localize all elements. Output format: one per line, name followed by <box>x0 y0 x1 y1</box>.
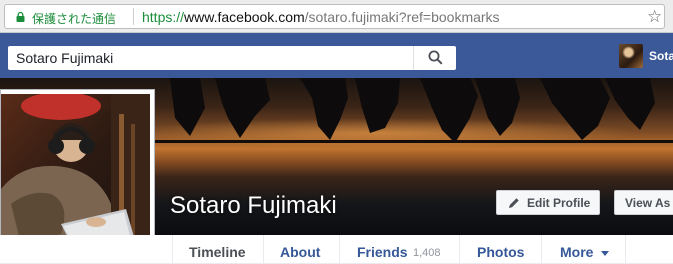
tab-photos-label: Photos <box>477 244 525 260</box>
tab-photos[interactable]: Photos <box>459 235 541 264</box>
search-input[interactable]: Sotaro Fujimaki <box>16 50 113 66</box>
friends-count: 1,408 <box>413 247 441 259</box>
edit-profile-label: Edit Profile <box>527 196 591 210</box>
browser-toolbar: 保護された通信 https://www.facebook.com/sotaro.… <box>0 0 673 33</box>
lock-icon <box>16 12 25 22</box>
profile-tabs: Timeline About Friends 1,408 Photos More <box>0 235 673 264</box>
profile-picture-frame <box>0 89 155 259</box>
tab-friends-label: Friends <box>357 244 408 260</box>
tab-more[interactable]: More <box>541 235 626 264</box>
tab-friends[interactable]: Friends 1,408 <box>339 235 459 264</box>
profile-photo-illustration <box>1 94 150 254</box>
view-as-button[interactable]: View As <box>614 190 673 215</box>
search-button[interactable] <box>414 46 456 70</box>
tab-timeline[interactable]: Timeline <box>172 235 263 264</box>
tab-about[interactable]: About <box>263 235 339 264</box>
tab-timeline-label: Timeline <box>189 244 246 260</box>
profile-link-name[interactable]: Sota <box>649 49 673 63</box>
tab-more-label: More <box>560 244 594 260</box>
profile-name[interactable]: Sotaro Fujimaki <box>170 192 337 220</box>
tab-about-label: About <box>280 244 321 260</box>
url-path: /sotaro.fujimaki?ref=bookmarks <box>304 9 500 25</box>
chevron-down-icon <box>601 251 609 256</box>
profile-picture[interactable] <box>1 94 150 254</box>
search-icon <box>428 50 443 65</box>
pencil-icon <box>509 198 519 208</box>
url-text[interactable]: https://www.facebook.com/sotaro.fujimaki… <box>142 9 500 25</box>
avatar[interactable] <box>619 44 643 68</box>
search-box[interactable]: Sotaro Fujimaki <box>8 46 456 70</box>
star-icon[interactable]: ☆ <box>647 8 662 25</box>
edit-profile-button[interactable]: Edit Profile <box>496 190 600 215</box>
url-scheme: https:// <box>142 9 185 25</box>
url-host: www.facebook.com <box>184 9 305 25</box>
address-bar[interactable]: 保護された通信 https://www.facebook.com/sotaro.… <box>4 4 665 29</box>
secure-connection-label[interactable]: 保護された通信 <box>32 10 116 27</box>
view-as-label: View As <box>625 196 671 210</box>
facebook-top-bar: Sotaro Fujimaki Sota <box>0 33 673 78</box>
url-divider <box>133 8 134 25</box>
